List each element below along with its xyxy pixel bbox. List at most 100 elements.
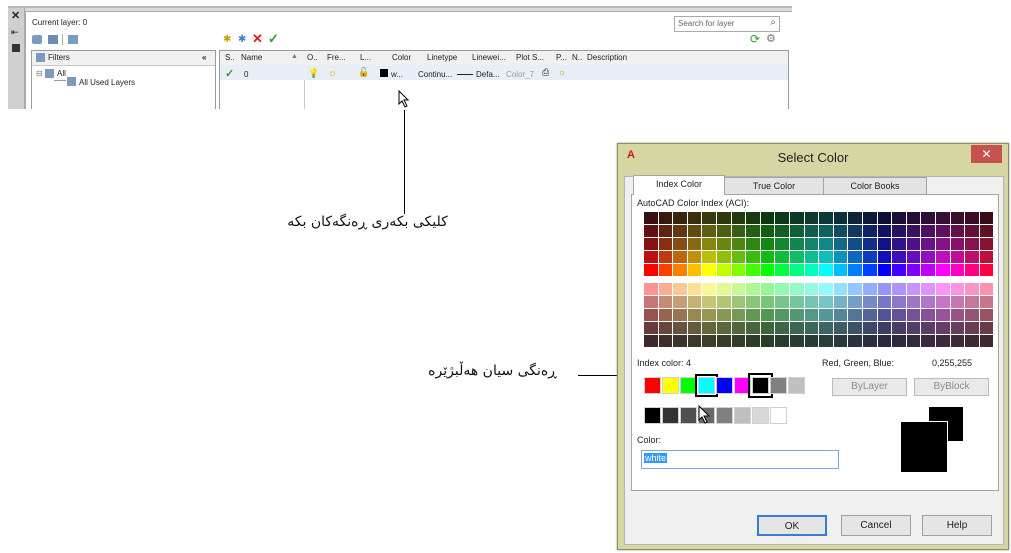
- aci-swatch[interactable]: [863, 238, 877, 250]
- tab-color-books[interactable]: Color Books: [823, 177, 927, 195]
- aci-swatch[interactable]: [979, 296, 994, 308]
- aci-swatch[interactable]: [877, 264, 892, 276]
- aci-swatch[interactable]: [848, 264, 862, 276]
- layer-lineweight[interactable]: Defa...: [476, 70, 500, 79]
- auto-hide-icon[interactable]: ⇤: [11, 26, 19, 38]
- aci-swatch[interactable]: [790, 238, 804, 250]
- col-description[interactable]: Description: [587, 53, 627, 62]
- aci-swatch[interactable]: [950, 283, 965, 295]
- aci-swatch[interactable]: [819, 212, 833, 224]
- col-freeze[interactable]: Fre...: [327, 53, 346, 62]
- aci-swatch[interactable]: [833, 296, 848, 308]
- aci-swatch[interactable]: [936, 238, 950, 250]
- aci-swatch[interactable]: [936, 212, 950, 224]
- col-plot[interactable]: P...: [556, 53, 567, 62]
- aci-swatch[interactable]: [790, 322, 804, 334]
- aci-swatch[interactable]: [921, 322, 935, 334]
- aci-swatch[interactable]: [979, 212, 994, 224]
- aci-swatch[interactable]: [775, 322, 789, 334]
- aci-swatch[interactable]: [979, 309, 994, 321]
- aci-swatch[interactable]: [877, 296, 892, 308]
- aci-swatch[interactable]: [702, 225, 716, 237]
- ok-button[interactable]: OK: [757, 515, 827, 536]
- aci-swatch[interactable]: [775, 283, 789, 295]
- aci-swatch[interactable]: [644, 212, 658, 224]
- aci-swatch[interactable]: [906, 335, 921, 347]
- aci-swatch[interactable]: [979, 225, 994, 237]
- aci-swatch[interactable]: [658, 296, 673, 308]
- aci-swatch[interactable]: [717, 238, 731, 250]
- close-icon[interactable]: ✕: [971, 145, 1002, 163]
- search-layer-field[interactable]: Search for layer ⌕: [674, 16, 780, 32]
- layer-linetype[interactable]: Continu...: [418, 70, 452, 79]
- new-property-filter-icon[interactable]: [32, 35, 42, 44]
- aci-swatch[interactable]: [644, 309, 658, 321]
- aci-swatch[interactable]: [833, 212, 848, 224]
- new-vp-frozen-layer-icon[interactable]: ✱: [238, 34, 246, 45]
- aci-swatch[interactable]: [833, 322, 848, 334]
- aci-swatch[interactable]: [687, 309, 702, 321]
- aci-swatch[interactable]: [687, 225, 702, 237]
- aci-swatch[interactable]: [936, 335, 950, 347]
- aci-swatch[interactable]: [877, 283, 892, 295]
- aci-swatch[interactable]: [950, 225, 965, 237]
- aci-swatch[interactable]: [760, 296, 775, 308]
- aci-swatch[interactable]: [950, 322, 965, 334]
- aci-swatch[interactable]: [731, 335, 746, 347]
- aci-swatch[interactable]: [965, 251, 979, 263]
- layer-color[interactable]: w...: [391, 70, 403, 79]
- aci-swatch[interactable]: [819, 264, 833, 276]
- aci-swatch[interactable]: [804, 322, 819, 334]
- aci-swatch[interactable]: [804, 296, 819, 308]
- aci-swatch[interactable]: [892, 283, 906, 295]
- aci-swatch[interactable]: [702, 335, 716, 347]
- aci-swatch[interactable]: [892, 322, 906, 334]
- aci-swatch[interactable]: [790, 335, 804, 347]
- aci-swatch[interactable]: [746, 212, 760, 224]
- aci-swatch[interactable]: [790, 283, 804, 295]
- col-new-vp-freeze[interactable]: N..: [572, 53, 582, 62]
- aci-swatch[interactable]: [936, 309, 950, 321]
- aci-swatch[interactable]: [833, 309, 848, 321]
- standard-color-swatch[interactable]: [644, 377, 661, 394]
- standard-color-swatch[interactable]: [734, 377, 751, 394]
- aci-swatch[interactable]: [804, 225, 819, 237]
- aci-swatch[interactable]: [746, 296, 760, 308]
- close-icon[interactable]: ✕: [11, 10, 20, 22]
- aci-swatch[interactable]: [687, 238, 702, 250]
- aci-swatch[interactable]: [644, 264, 658, 276]
- aci-swatch[interactable]: [760, 283, 775, 295]
- unlock-icon[interactable]: 🔓: [358, 67, 369, 78]
- aci-swatch[interactable]: [936, 264, 950, 276]
- new-layer-icon[interactable]: ✱: [223, 34, 231, 45]
- aci-swatch[interactable]: [790, 212, 804, 224]
- aci-palette-top[interactable]: [644, 212, 994, 277]
- col-lineweight[interactable]: Linewei...: [472, 53, 506, 62]
- aci-swatch[interactable]: [921, 264, 935, 276]
- aci-swatch[interactable]: [936, 322, 950, 334]
- standard-color-swatch[interactable]: [662, 377, 679, 394]
- aci-swatch[interactable]: [819, 238, 833, 250]
- aci-swatch[interactable]: [950, 309, 965, 321]
- aci-swatch[interactable]: [775, 251, 789, 263]
- aci-swatch[interactable]: [702, 238, 716, 250]
- standard-color-swatch[interactable]: [716, 377, 733, 394]
- collapse-icon[interactable]: «: [202, 53, 206, 62]
- aci-swatch[interactable]: [775, 309, 789, 321]
- aci-swatch[interactable]: [775, 264, 789, 276]
- gray-color-swatch[interactable]: [770, 407, 787, 424]
- aci-swatch[interactable]: [746, 283, 760, 295]
- aci-swatch[interactable]: [717, 322, 731, 334]
- aci-swatch[interactable]: [760, 309, 775, 321]
- aci-swatch[interactable]: [673, 283, 687, 295]
- aci-swatch[interactable]: [717, 212, 731, 224]
- aci-swatch[interactable]: [950, 264, 965, 276]
- aci-swatch[interactable]: [892, 225, 906, 237]
- aci-swatch[interactable]: [760, 238, 775, 250]
- aci-swatch[interactable]: [702, 283, 716, 295]
- aci-swatch[interactable]: [644, 322, 658, 334]
- aci-swatch[interactable]: [965, 283, 979, 295]
- aci-swatch[interactable]: [687, 322, 702, 334]
- tree-item-all[interactable]: All: [57, 69, 66, 78]
- aci-swatch[interactable]: [790, 264, 804, 276]
